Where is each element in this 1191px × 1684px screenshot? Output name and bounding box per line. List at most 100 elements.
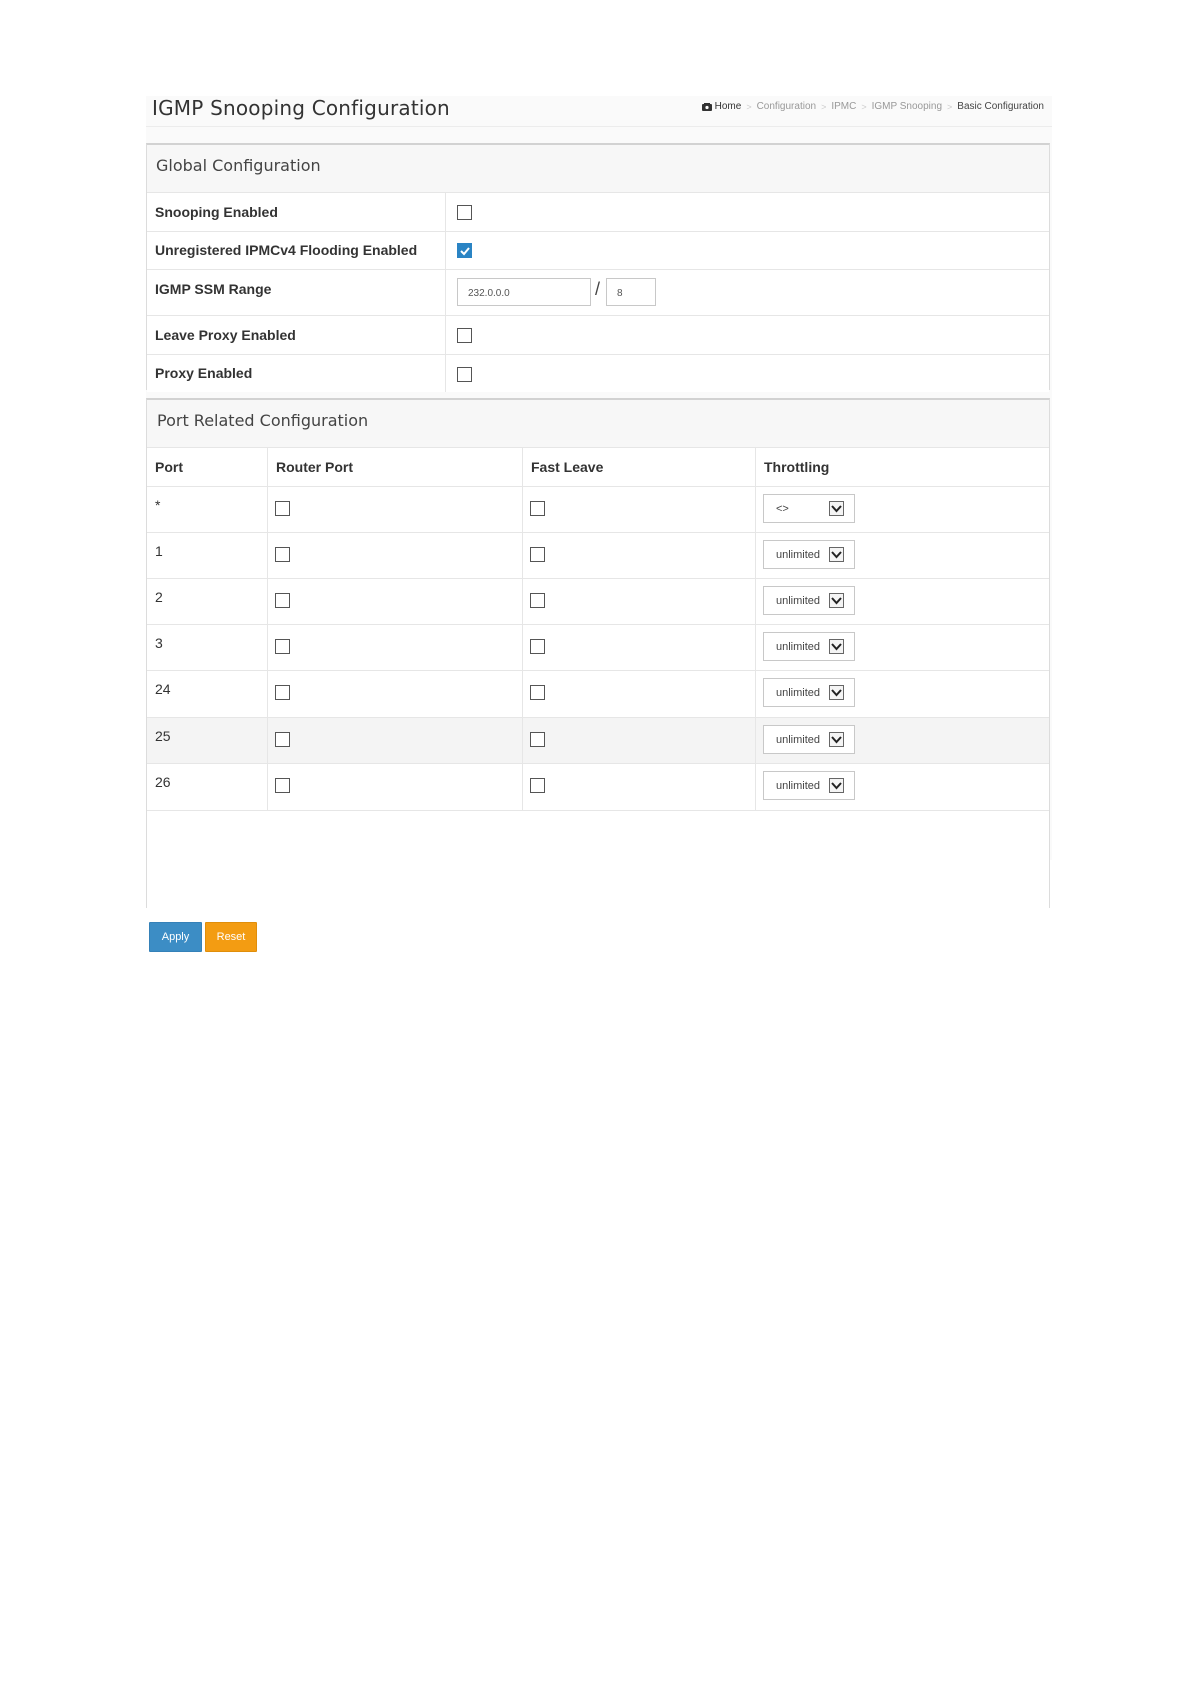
fast-leave-checkbox[interactable]: [530, 593, 545, 608]
global-configuration-box: Global Configuration Snooping Enabled Un…: [146, 143, 1050, 392]
apply-button[interactable]: Apply: [149, 922, 202, 952]
router-port-cell: [267, 624, 523, 671]
port-number: 3: [155, 635, 163, 651]
fast-leave-checkbox[interactable]: [530, 547, 545, 562]
throttling-select[interactable]: unlimited: [763, 586, 855, 615]
igmp-ssm-range-row: IGMP SSM Range 232.0.0.0 / 8: [147, 270, 1049, 316]
column-divider: [445, 193, 446, 231]
table-row: * <>: [147, 486, 1049, 533]
port-cell: 1: [147, 532, 268, 579]
column-header-throttling: Throttling: [755, 448, 1049, 487]
fast-leave-checkbox[interactable]: [530, 501, 545, 516]
throttling-cell: unlimited: [755, 624, 1049, 671]
port-cell: 3: [147, 624, 268, 671]
fast-leave-cell: [522, 486, 756, 533]
router-port-checkbox[interactable]: [275, 593, 290, 608]
throttling-cell: unlimited: [755, 670, 1049, 718]
throttling-cell: unlimited: [755, 532, 1049, 579]
reset-button[interactable]: Reset: [205, 922, 257, 952]
fast-leave-checkbox[interactable]: [530, 778, 545, 793]
throttling-select[interactable]: unlimited: [763, 678, 855, 707]
throttling-value: unlimited: [776, 734, 821, 746]
port-number: *: [155, 497, 161, 513]
breadcrumb-home[interactable]: Home: [715, 101, 742, 112]
chevron-down-icon[interactable]: [829, 593, 844, 608]
port-configuration-header: Port Related Configuration: [147, 400, 1049, 448]
fast-leave-checkbox[interactable]: [530, 639, 545, 654]
throttling-value: <>: [776, 503, 789, 515]
router-port-checkbox[interactable]: [275, 778, 290, 793]
table-header-row: Port Router Port Fast Leave Throttling: [147, 448, 1049, 487]
table-row: 25 unlimited: [147, 717, 1049, 764]
throttling-value: unlimited: [776, 641, 821, 653]
port-number: 1: [155, 543, 163, 559]
ssm-range-prefix-input[interactable]: 8: [606, 278, 656, 306]
fast-leave-checkbox[interactable]: [530, 685, 545, 700]
column-divider: [445, 270, 446, 315]
fast-leave-cell: [522, 670, 756, 718]
proxy-enabled-checkbox[interactable]: [457, 367, 472, 382]
fast-leave-cell: [522, 578, 756, 625]
router-port-checkbox[interactable]: [275, 685, 290, 700]
fast-leave-cell: [522, 532, 756, 579]
proxy-enabled-label: Proxy Enabled: [155, 365, 253, 381]
throttling-select[interactable]: unlimited: [763, 771, 855, 800]
router-port-cell: [267, 763, 523, 811]
port-number: 26: [155, 774, 171, 790]
chevron-down-icon[interactable]: [829, 685, 844, 700]
table-row: 24 unlimited: [147, 670, 1049, 718]
throttling-select[interactable]: <>: [763, 494, 855, 523]
chevron-down-icon[interactable]: [829, 501, 844, 516]
table-row: 3 unlimited: [147, 624, 1049, 671]
port-cell: 26: [147, 763, 268, 811]
table-row: 26 unlimited: [147, 763, 1049, 811]
router-port-checkbox[interactable]: [275, 547, 290, 562]
throttling-value: unlimited: [776, 549, 821, 561]
fast-leave-checkbox[interactable]: [530, 732, 545, 747]
router-port-checkbox[interactable]: [275, 501, 290, 516]
port-number: 25: [155, 728, 171, 744]
unregistered-flooding-checkbox[interactable]: [457, 243, 472, 258]
chevron-down-icon[interactable]: [829, 639, 844, 654]
column-divider: [445, 355, 446, 392]
port-configuration-table: Port Router Port Fast Leave Throttling *…: [147, 448, 1049, 811]
chevron-down-icon[interactable]: [829, 778, 844, 793]
igmp-ssm-range-label: IGMP SSM Range: [155, 281, 272, 297]
leave-proxy-checkbox[interactable]: [457, 328, 472, 343]
throttling-select[interactable]: unlimited: [763, 540, 855, 569]
global-configuration-header: Global Configuration: [147, 145, 1049, 193]
port-number: 24: [155, 681, 171, 697]
breadcrumb-ipmc[interactable]: IPMC: [831, 101, 856, 112]
router-port-cell: [267, 578, 523, 625]
port-cell: 24: [147, 670, 268, 718]
unregistered-flooding-row: Unregistered IPMCv4 Flooding Enabled: [147, 232, 1049, 270]
chevron-down-icon[interactable]: [829, 547, 844, 562]
port-cell: 25: [147, 717, 268, 764]
breadcrumb-configuration[interactable]: Configuration: [757, 101, 816, 112]
table-row: 2 unlimited: [147, 578, 1049, 625]
port-rows: * <> 1 unlimited 2 unlimited 3 unlimited 24 unlim…: [147, 486, 1049, 811]
fast-leave-cell: [522, 717, 756, 764]
port-number: 2: [155, 589, 163, 605]
throttling-cell: <>: [755, 486, 1049, 533]
ssm-range-address-input[interactable]: 232.0.0.0: [457, 278, 591, 306]
router-port-cell: [267, 717, 523, 764]
throttling-cell: unlimited: [755, 578, 1049, 625]
router-port-cell: [267, 670, 523, 718]
router-port-checkbox[interactable]: [275, 639, 290, 654]
throttling-value: unlimited: [776, 595, 821, 607]
column-divider: [445, 232, 446, 269]
router-port-checkbox[interactable]: [275, 732, 290, 747]
breadcrumb-igmp-snooping[interactable]: IGMP Snooping: [872, 101, 942, 112]
throttling-select[interactable]: unlimited: [763, 725, 855, 754]
breadcrumb-separator: >: [821, 101, 827, 112]
throttling-value: unlimited: [776, 687, 821, 699]
snooping-enabled-row: Snooping Enabled: [147, 193, 1049, 232]
port-cell: *: [147, 486, 268, 533]
ssm-range-separator: /: [595, 279, 601, 299]
chevron-down-icon[interactable]: [829, 732, 844, 747]
throttling-select[interactable]: unlimited: [763, 632, 855, 661]
snooping-enabled-checkbox[interactable]: [457, 205, 472, 220]
throttling-value: unlimited: [776, 780, 821, 792]
fast-leave-cell: [522, 624, 756, 671]
